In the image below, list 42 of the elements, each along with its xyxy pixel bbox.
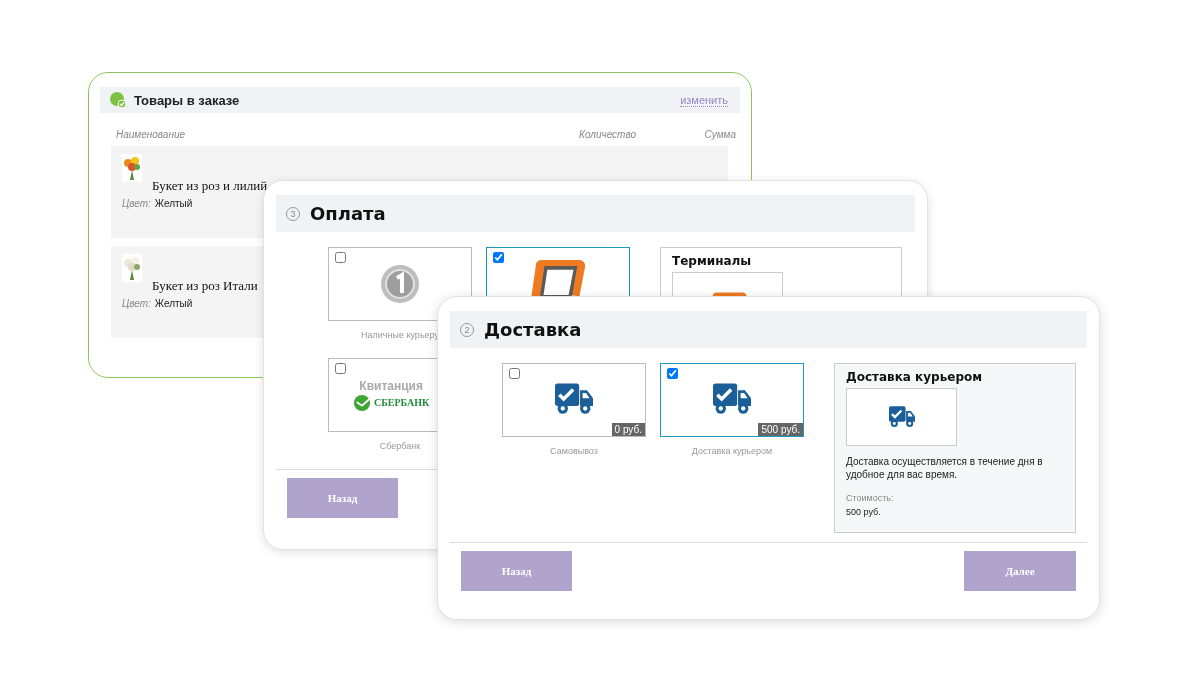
column-header: Количество: [578, 129, 636, 140]
attribute-value: Желтый: [154, 198, 193, 209]
panel-title: Доставка курьером: [846, 370, 983, 384]
product-name: Букет из роз и лилий: [152, 178, 268, 194]
coin-icon: [380, 264, 420, 304]
checkbox[interactable]: [509, 368, 520, 379]
next-button[interactable]: Далее: [964, 551, 1076, 591]
cost-label: Стоимость:: [846, 493, 894, 503]
logo-text: СБЕРБАНК: [374, 397, 430, 408]
option-label: Наличные курьеру: [361, 330, 439, 340]
logo-caption: Квитанция: [359, 378, 423, 393]
price-tag: 500 руб.: [758, 423, 803, 436]
checkbox[interactable]: [493, 252, 504, 263]
option-label: Доставка курьером: [691, 446, 773, 456]
checkbox[interactable]: [335, 363, 346, 374]
section-title: Товары в заказе: [134, 92, 240, 108]
attribute-label: Цвет:: [122, 298, 151, 309]
logo-icon: [353, 393, 371, 412]
section-title: Доставка: [484, 319, 582, 340]
attribute-label: Цвет:: [122, 198, 151, 209]
checkbox[interactable]: [335, 252, 346, 263]
column-header: Сумма: [703, 129, 736, 140]
panel-title: Терминалы: [672, 254, 752, 268]
section-title: Оплата: [310, 203, 386, 224]
back-button[interactable]: Назад: [461, 551, 572, 591]
checkbox[interactable]: [667, 368, 678, 379]
cost-value: 500 руб.: [846, 507, 881, 517]
edit-link[interactable]: изменить: [680, 93, 728, 107]
column-header: Наименование: [116, 129, 186, 140]
back-button[interactable]: Назад: [287, 478, 398, 518]
description: Доставка осуществляется в течение дня в удобное для вас время.: [846, 455, 1044, 481]
truck-icon: [555, 383, 593, 415]
delivery-option[interactable]: 500 руб.: [660, 363, 804, 437]
price-tag: 0 руб.: [611, 423, 645, 436]
truck-icon: [713, 383, 751, 415]
truck-icon: [888, 406, 915, 428]
attribute-value: Желтый: [154, 298, 193, 309]
delivery-option[interactable]: 0 руб.: [502, 363, 646, 437]
option-label: Самовывоз: [550, 446, 598, 456]
option-label: Сбербанк: [379, 441, 421, 451]
product-name: Букет из роз Итали: [152, 278, 258, 294]
coin-check-icon: [110, 92, 126, 108]
